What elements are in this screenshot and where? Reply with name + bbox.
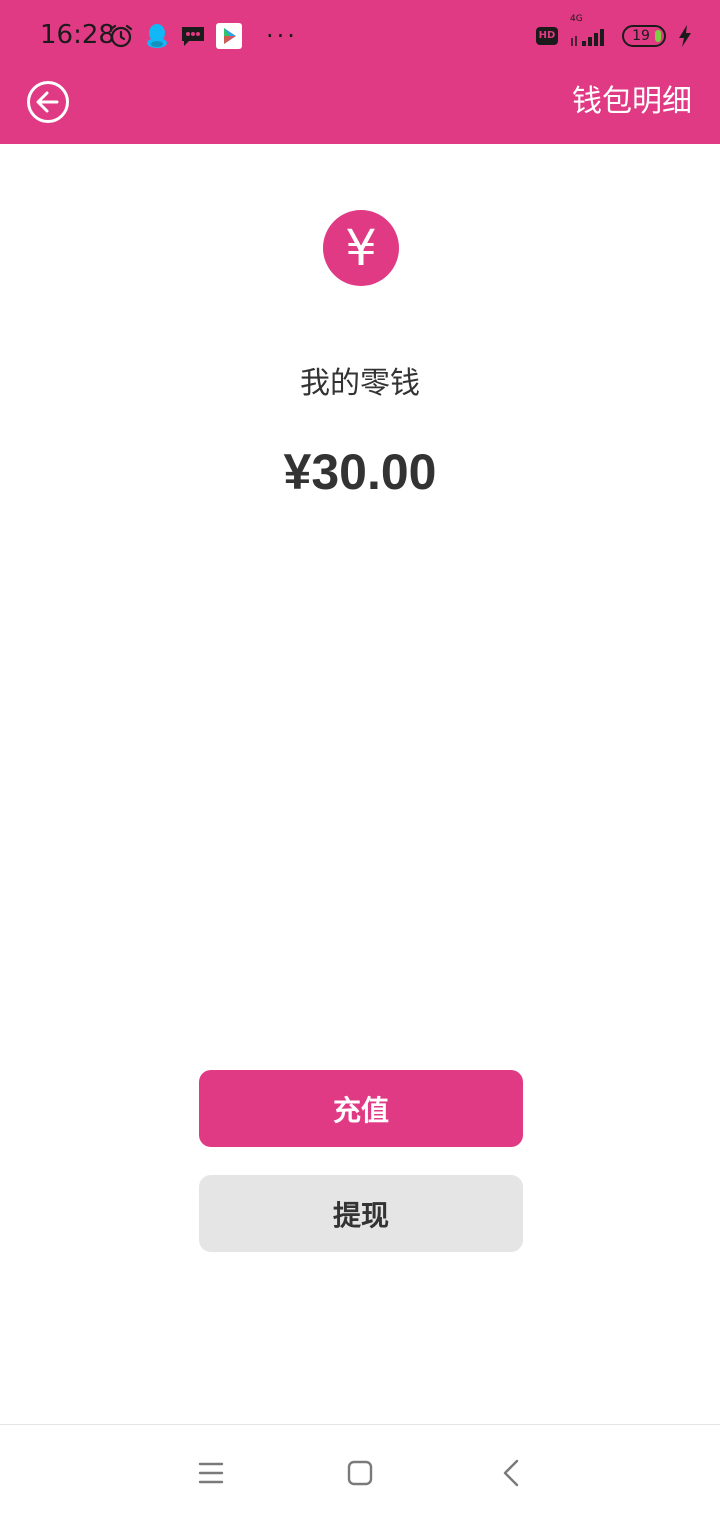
network-type: 4G	[570, 14, 583, 24]
home-icon	[347, 1460, 373, 1486]
battery-icon: 19	[622, 25, 666, 47]
hd-icon: HD	[536, 27, 558, 45]
wallet-details-link[interactable]: 钱包明细	[572, 80, 692, 124]
status-time: 16:28	[40, 20, 115, 50]
wallet-screen: 16:28 ··· HD 4G 19 钱包明细 ¥ 我的零钱 ¥30.00 充值…	[0, 0, 720, 1520]
app-header: 钱包明细	[0, 72, 720, 144]
home-button[interactable]	[342, 1455, 378, 1491]
nav-back-button[interactable]	[494, 1455, 530, 1491]
wallet-label: 我的零钱	[300, 366, 420, 401]
alarm-icon	[108, 23, 134, 49]
recharge-button[interactable]: 充值	[199, 1070, 523, 1147]
status-bar: 16:28 ··· HD 4G 19	[0, 0, 720, 72]
wallet-balance: ¥30.00	[283, 444, 437, 500]
status-icons-left: ···	[108, 18, 298, 54]
charging-icon	[678, 25, 692, 47]
menu-icon	[198, 1462, 224, 1484]
play-store-icon	[216, 23, 242, 49]
signal-icon: 4G	[570, 14, 610, 48]
battery-fill	[655, 30, 661, 42]
battery-level: 19	[632, 28, 650, 44]
yuan-coin-icon: ¥	[323, 210, 399, 286]
coin-symbol: ¥	[345, 219, 377, 277]
status-icons-right: HD 4G 19	[536, 14, 692, 54]
back-icon	[503, 1459, 519, 1487]
top-bar: 16:28 ··· HD 4G 19 钱包明细	[0, 0, 720, 144]
menu-button[interactable]	[193, 1455, 229, 1491]
withdraw-button[interactable]: 提现	[199, 1175, 523, 1252]
system-nav-bar	[0, 1424, 720, 1520]
more-notifications-indicator: ···	[266, 22, 298, 50]
message-icon	[180, 24, 206, 48]
qq-icon	[144, 22, 170, 50]
back-button[interactable]	[26, 80, 70, 124]
back-arrow-icon	[27, 81, 69, 123]
